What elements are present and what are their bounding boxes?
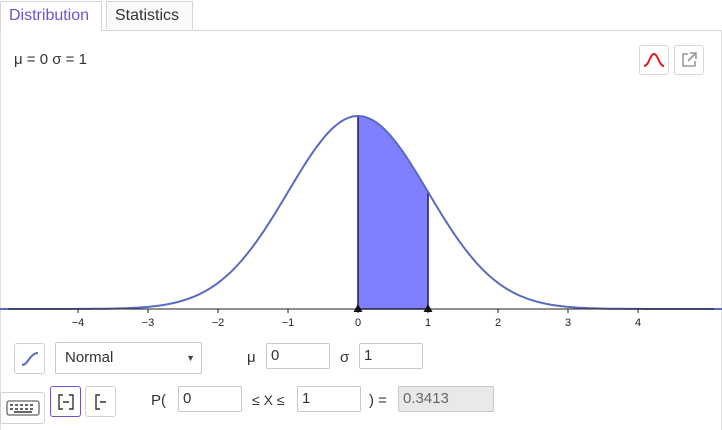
upper-bound-input[interactable]: 1 <box>297 386 361 412</box>
cumulative-toggle-button[interactable] <box>14 343 45 374</box>
between-label: ≤ X ≤ <box>252 392 285 408</box>
sigma-label: σ <box>340 349 350 366</box>
x-tick-label: −1 <box>282 317 295 329</box>
sigma-input[interactable]: 1 <box>359 343 423 369</box>
x-tick-label: 2 <box>495 317 501 329</box>
probability-open-label: P( <box>151 392 166 409</box>
keyboard-icon <box>5 400 40 416</box>
distribution-select-value: Normal <box>65 349 114 366</box>
two-sided-interval-icon <box>57 393 74 410</box>
distribution-select[interactable]: Normal ▼ <box>55 342 202 374</box>
x-tick-label: 4 <box>635 317 641 329</box>
probability-result: 0.3413 <box>398 386 494 412</box>
interval-two-sided-button[interactable] <box>50 386 81 417</box>
interval-right-sided-button[interactable] <box>85 386 116 417</box>
x-tick-label: −4 <box>72 317 85 329</box>
x-tick-label: 1 <box>425 317 431 329</box>
lower-bound-input[interactable]: 0 <box>178 386 242 412</box>
x-tick-label: 0 <box>355 317 361 329</box>
mu-input[interactable]: 0 <box>266 343 330 369</box>
keyboard-button[interactable] <box>0 392 45 424</box>
probability-shaded-area <box>357 115 429 310</box>
x-tick-label: 3 <box>565 317 571 329</box>
right-sided-interval-icon <box>94 393 106 410</box>
mu-label: μ <box>247 349 256 366</box>
probability-close-label: ) = <box>369 392 387 409</box>
x-tick-label: −2 <box>212 317 225 329</box>
chevron-down-icon: ▼ <box>186 353 195 363</box>
cumulative-curve-icon <box>21 351 38 366</box>
x-tick-label: −3 <box>142 317 155 329</box>
distribution-chart: −4 −3 −2 −1 0 1 2 3 4 <box>0 115 722 329</box>
